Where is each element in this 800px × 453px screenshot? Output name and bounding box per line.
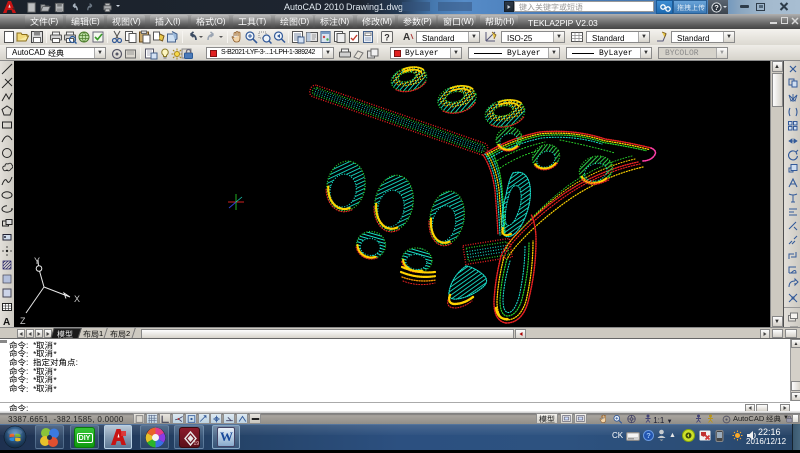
svg-text:?: ?: [384, 33, 390, 43]
svg-text:A: A: [403, 32, 410, 43]
svg-text:Z: Z: [20, 316, 26, 326]
svg-text:X: X: [74, 294, 80, 304]
svg-text:Y: Y: [34, 256, 40, 266]
svg-text:?: ?: [714, 3, 719, 12]
svg-text:?: ?: [646, 431, 651, 440]
svg-text:A: A: [3, 317, 10, 327]
